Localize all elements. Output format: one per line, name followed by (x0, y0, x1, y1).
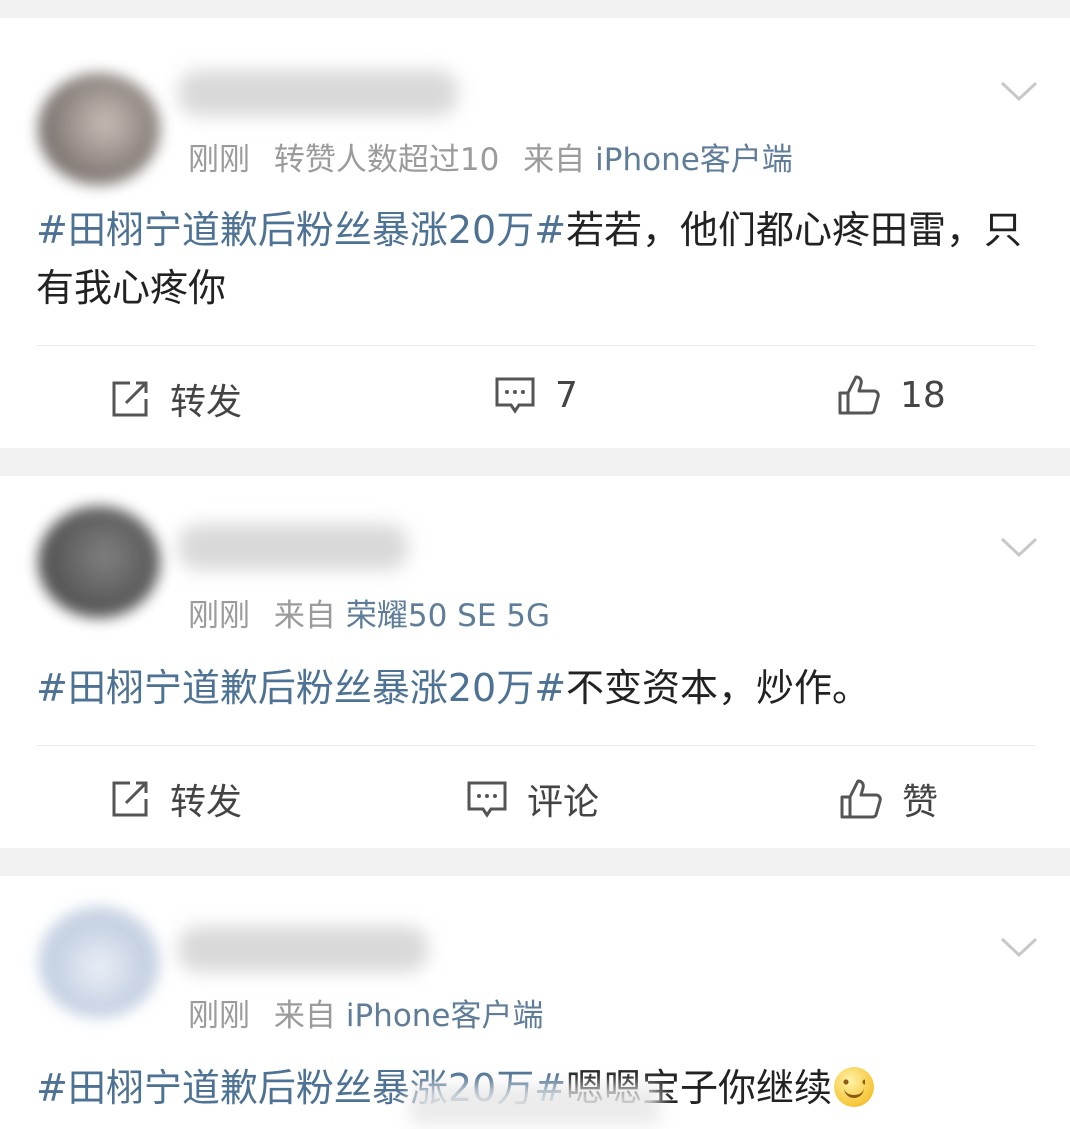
divider (36, 345, 1036, 346)
repost-like-count-note: 转赞人数超过10 (273, 142, 500, 178)
repost-button[interactable]: 转发 (108, 373, 242, 425)
post-source[interactable]: 荣耀50 SE 5G (346, 598, 550, 634)
post-time: 刚刚 (188, 142, 250, 178)
avatar[interactable] (38, 73, 160, 185)
repost-button[interactable]: 转发 (108, 773, 242, 825)
post-meta: 刚刚 来自 荣耀50 SE 5G (188, 590, 550, 635)
post-card-1: 刚刚 转赞人数超过10 来自 iPhone客户端 #田栩宁道歉后粉丝暴涨20万#若… (0, 18, 1070, 448)
post-meta: 刚刚 转赞人数超过10 来自 iPhone客户端 (188, 134, 793, 179)
post-time: 刚刚 (188, 598, 250, 634)
comment-bubble-icon (467, 781, 507, 818)
source-prefix: 来自 (273, 598, 336, 634)
divider (36, 745, 1036, 746)
comment-button[interactable]: 7 (493, 373, 578, 417)
thumbs-up-icon (838, 375, 880, 415)
avatar[interactable] (38, 506, 160, 618)
post-content: #田栩宁道歉后粉丝暴涨20万#若若，他们都心疼田雷，只有我心疼你 (36, 201, 1036, 317)
share-edit-icon (112, 381, 148, 417)
like-label: 赞 (902, 782, 939, 823)
thumbs-up-icon (840, 779, 882, 819)
source-prefix: 来自 (523, 142, 586, 178)
chevron-down-icon[interactable] (1000, 80, 1038, 102)
comment-count: 7 (555, 374, 578, 416)
post-source[interactable]: iPhone客户端 (346, 998, 544, 1034)
comment-button[interactable]: 评论 (465, 773, 599, 825)
post-card-2: 刚刚 来自 荣耀50 SE 5G #田栩宁道歉后粉丝暴涨20万#不变资本，炒作。 … (0, 476, 1070, 848)
repost-label: 转发 (170, 382, 243, 423)
comment-bubble-icon (495, 377, 535, 414)
source-prefix: 来自 (273, 998, 336, 1034)
post-time: 刚刚 (188, 998, 250, 1034)
post-text: 不变资本，炒作。 (566, 666, 871, 710)
post-meta: 刚刚 来自 iPhone客户端 (188, 990, 544, 1035)
post-source[interactable]: iPhone客户端 (595, 142, 793, 178)
post-content: #田栩宁道歉后粉丝暴涨20万#不变资本，炒作。 (36, 659, 1036, 717)
chevron-down-icon[interactable] (1000, 536, 1038, 558)
watermark-smudge (410, 1085, 660, 1125)
comment-label: 评论 (527, 782, 600, 823)
repost-label: 转发 (170, 782, 243, 823)
like-button[interactable]: 18 (836, 373, 946, 417)
hashtag-link[interactable]: #田栩宁道歉后粉丝暴涨20万# (36, 666, 566, 710)
username[interactable] (178, 524, 408, 570)
avatar[interactable] (38, 906, 160, 1018)
smiling-face-emoji (834, 1067, 875, 1107)
hashtag-link[interactable]: #田栩宁道歉后粉丝暴涨20万# (36, 208, 566, 252)
chevron-down-icon[interactable] (1000, 936, 1038, 958)
like-count: 18 (900, 374, 946, 416)
share-edit-icon (112, 781, 148, 817)
like-button[interactable]: 赞 (838, 773, 938, 825)
username[interactable] (178, 926, 428, 972)
username[interactable] (178, 70, 458, 116)
